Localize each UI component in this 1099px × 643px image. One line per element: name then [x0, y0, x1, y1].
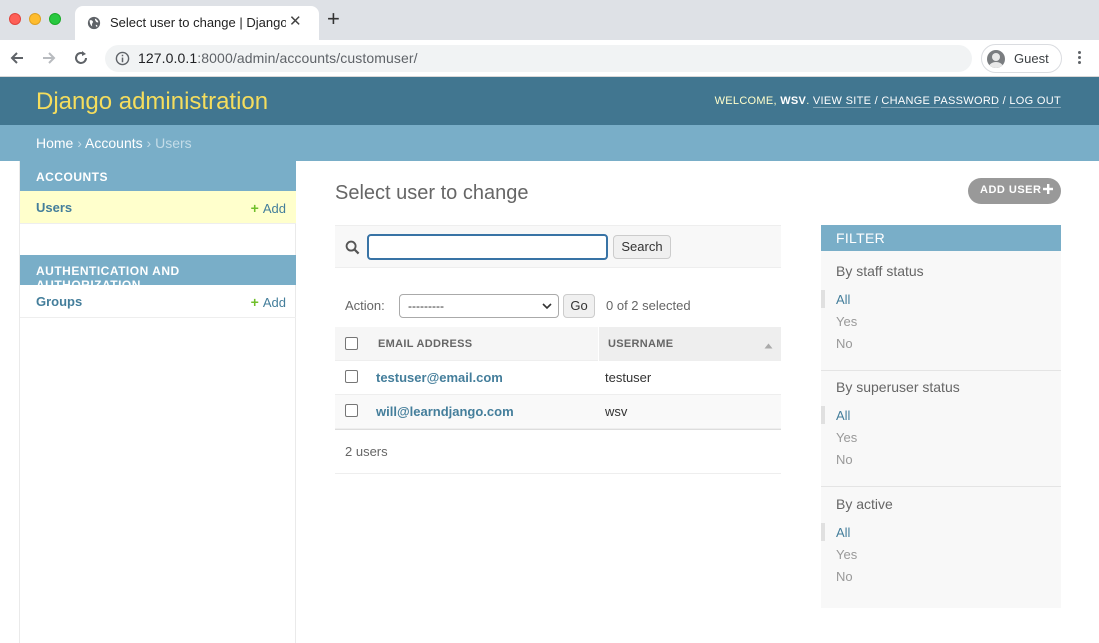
row-checkbox[interactable] [345, 370, 358, 383]
nav-sidebar: ACCOUNTS Users + Add AUTHENTICATION AND A… [19, 161, 296, 643]
chevron-down-icon [542, 303, 552, 310]
column-header-username-cell[interactable]: USERNAME [598, 327, 781, 361]
result-count: 2 users [345, 444, 388, 459]
selected-count: 0 of 2 selected [606, 298, 691, 313]
search-input[interactable] [367, 234, 608, 260]
search-toolbar: Search [335, 225, 781, 268]
url-text: 127.0.0.1:8000/admin/accounts/customuser… [138, 50, 418, 66]
view-site-link[interactable]: VIEW SITE [812, 95, 872, 108]
admin-header: Django administration WELCOME, WSV. VIEW… [0, 77, 1099, 125]
browser-menu-icon[interactable] [1074, 49, 1084, 69]
page-title: Select user to change [335, 182, 529, 204]
column-header-username[interactable]: USERNAME [608, 338, 673, 350]
filter-option-superuser-yes[interactable]: Yes [836, 430, 857, 445]
filter-option-active-all[interactable]: All [836, 525, 850, 540]
user-username: testuser [605, 370, 652, 385]
add-user-button[interactable]: ADD USER [968, 178, 1061, 204]
new-tab-button[interactable]: + [327, 8, 340, 30]
changelist-filter: FILTER By staff status All Yes No By sup… [821, 225, 1061, 608]
maximize-window-button[interactable] [49, 13, 61, 25]
profile-button[interactable]: Guest [981, 44, 1062, 73]
filter-option-superuser-all[interactable]: All [836, 408, 850, 423]
filter-selected-marker [821, 523, 825, 541]
close-tab-icon[interactable]: ✕ [289, 14, 302, 30]
forward-arrow-icon[interactable] [40, 49, 58, 67]
reload-icon[interactable] [72, 49, 90, 67]
tab-title: Select user to change | Django [110, 15, 286, 30]
current-username: WSV [780, 95, 807, 107]
welcome-text: WELCOME, [714, 95, 777, 107]
sidebar-item-groups: Groups + Add [20, 285, 296, 318]
breadcrumb-current: Users [155, 135, 192, 151]
go-button[interactable]: Go [563, 294, 595, 318]
filter-divider [821, 370, 1061, 371]
table-divider [335, 429, 781, 430]
filter-option-superuser-no[interactable]: No [836, 452, 853, 467]
site-branding[interactable]: Django administration [36, 88, 268, 116]
filter-option-active-no[interactable]: No [836, 569, 853, 584]
filter-title-superuser: By superuser status [836, 379, 960, 395]
user-tools: WELCOME, WSV. VIEW SITE / CHANGE PASSWOR… [714, 95, 1061, 108]
address-bar[interactable]: 127.0.0.1:8000/admin/accounts/customuser… [105, 45, 972, 72]
filter-title-staff: By staff status [836, 263, 924, 279]
filter-selected-marker [821, 290, 825, 308]
info-icon[interactable] [115, 51, 130, 66]
browser-tab[interactable]: Select user to change | Django ✕ [75, 6, 319, 40]
sidebar-item-label[interactable]: Groups [36, 294, 82, 309]
paginator: 2 users [335, 431, 781, 474]
browser-tab-bar: Select user to change | Django ✕ + [0, 0, 1099, 40]
sidebar-item-label[interactable]: Users [36, 200, 72, 215]
module-caption-auth[interactable]: AUTHENTICATION AND AUTHORIZATION [20, 255, 296, 292]
back-arrow-icon[interactable] [8, 49, 26, 67]
sidebar-item-users: Users + Add [20, 191, 296, 224]
sort-ascending-icon[interactable] [764, 343, 773, 349]
results-table-header: EMAIL ADDRESS USERNAME [335, 327, 781, 361]
filter-title-active: By active [836, 496, 893, 512]
globe-icon [87, 16, 101, 30]
add-group-link[interactable]: + Add [251, 294, 286, 310]
close-window-button[interactable] [9, 13, 21, 25]
user-email-link[interactable]: will@learndjango.com [376, 404, 514, 419]
filter-selected-marker [821, 406, 825, 424]
minimize-window-button[interactable] [29, 13, 41, 25]
search-button[interactable]: Search [613, 235, 671, 259]
user-username: wsv [605, 404, 628, 419]
profile-name: Guest [1014, 51, 1049, 66]
table-row: will@learndjango.com wsv [335, 395, 781, 429]
breadcrumb: Home › Accounts › Users [0, 125, 1099, 161]
add-icon: + [250, 200, 259, 216]
filter-option-active-yes[interactable]: Yes [836, 547, 857, 562]
filter-heading: FILTER [821, 225, 1061, 251]
table-row: testuser@email.com testuser [335, 361, 781, 395]
add-user-link[interactable]: + Add [251, 200, 286, 216]
breadcrumb-home[interactable]: Home [36, 135, 73, 151]
select-all-checkbox[interactable] [345, 337, 358, 350]
filter-option-staff-yes[interactable]: Yes [836, 314, 857, 329]
module-caption-accounts[interactable]: ACCOUNTS [20, 161, 296, 191]
search-icon [345, 240, 360, 255]
filter-option-staff-all[interactable]: All [836, 292, 850, 307]
filter-divider [821, 486, 1061, 487]
add-icon: + [250, 294, 259, 310]
avatar-icon [987, 50, 1005, 68]
browser-toolbar: 127.0.0.1:8000/admin/accounts/customuser… [0, 40, 1099, 77]
action-label: Action: [345, 298, 385, 313]
filter-option-staff-no[interactable]: No [836, 336, 853, 351]
plus-icon [1043, 184, 1053, 194]
change-password-link[interactable]: CHANGE PASSWORD [881, 95, 1000, 108]
log-out-link[interactable]: LOG OUT [1009, 95, 1061, 108]
user-email-link[interactable]: testuser@email.com [376, 370, 503, 385]
row-checkbox[interactable] [345, 404, 358, 417]
breadcrumb-accounts[interactable]: Accounts [85, 135, 143, 151]
column-header-email[interactable]: EMAIL ADDRESS [378, 338, 472, 350]
action-select[interactable]: --------- [399, 294, 559, 318]
